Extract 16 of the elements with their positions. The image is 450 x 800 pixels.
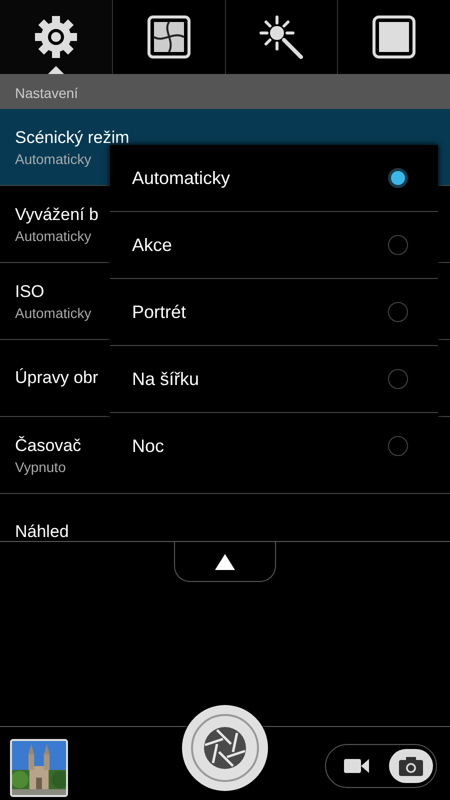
setting-value: Vypnuto [15, 458, 66, 474]
setting-label: Scénický režim [15, 128, 130, 148]
setting-value: Automaticky [15, 304, 92, 320]
option-label: Automaticky [132, 168, 230, 188]
option-label: Portrét [132, 302, 186, 322]
setting-label: Časovač [15, 436, 82, 456]
setting-label: Náhled [15, 522, 69, 541]
option-label: Akce [132, 234, 172, 256]
setting-label: Vyvážení b [15, 204, 98, 224]
setting-label: Úpravy obr [15, 368, 98, 388]
section-title: Nastavení [15, 84, 78, 100]
option-label: Na šířku [132, 368, 200, 390]
option-label: Noc [132, 436, 164, 456]
setting-value: Automaticky [15, 150, 92, 166]
setting-label: ISO [15, 282, 44, 302]
setting-value: Automaticky [15, 228, 92, 244]
